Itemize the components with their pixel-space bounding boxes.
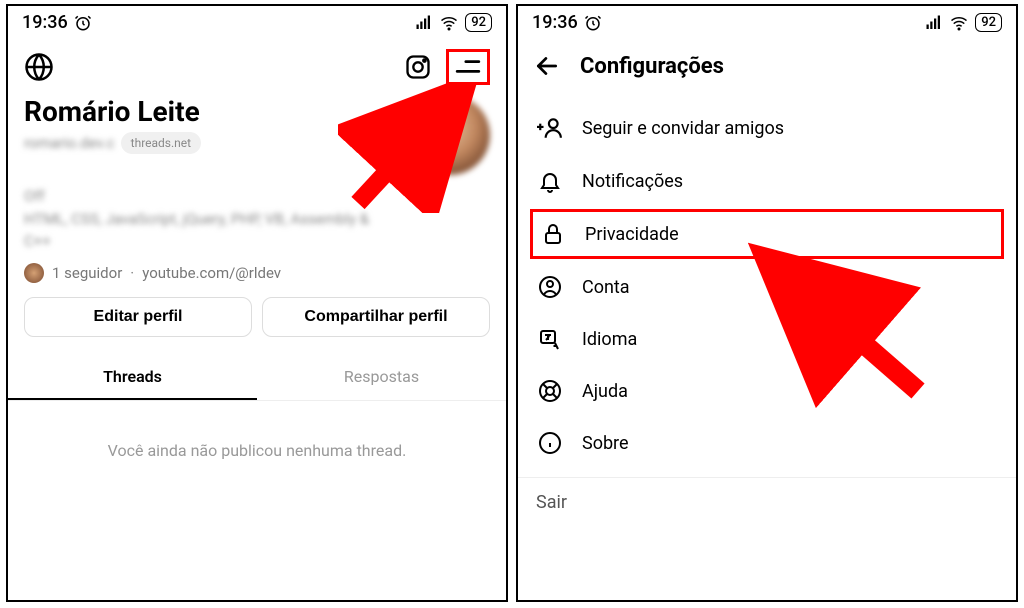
settings-item-label: Notificações	[582, 171, 683, 192]
follower-count: 1 seguidor	[52, 264, 122, 282]
signal-icon	[925, 14, 943, 32]
lock-icon	[539, 222, 567, 246]
settings-item-language[interactable]: Idioma	[518, 313, 1016, 365]
phone-left-profile: 19:36 92	[6, 4, 508, 602]
phone-right-settings: 19:36 92 Configurações Seguir e convidar	[516, 4, 1018, 602]
settings-item-label: Seguir e convidar amigos	[582, 118, 784, 139]
settings-item-label: Conta	[582, 277, 630, 298]
settings-item-follow[interactable]: Seguir e convidar amigos	[518, 101, 1016, 155]
settings-title: Configurações	[580, 54, 724, 79]
wifi-icon	[439, 14, 459, 32]
info-icon	[536, 431, 564, 455]
status-bar: 19:36 92	[518, 6, 1016, 39]
settings-item-label: Privacidade	[585, 224, 679, 245]
settings-item-help[interactable]: Ajuda	[518, 365, 1016, 417]
profile-tabs: Threads Respostas	[8, 355, 506, 401]
settings-item-notifications[interactable]: Notificações	[518, 155, 1016, 207]
lifebuoy-icon	[536, 379, 564, 403]
wifi-icon	[949, 14, 969, 32]
bio: Off HTML, CSS, JavaScript, jQuery, PHP, …	[24, 185, 490, 253]
username: romario.dev.c	[24, 134, 115, 152]
avatar[interactable]	[410, 95, 490, 175]
edit-profile-button[interactable]: Editar perfil	[24, 297, 252, 337]
instagram-icon[interactable]	[404, 53, 432, 81]
alarm-icon	[584, 14, 602, 32]
settings-item-label: Idioma	[582, 329, 637, 350]
back-arrow-icon[interactable]	[534, 53, 560, 79]
time-label: 19:36	[532, 12, 578, 33]
settings-item-label: Sobre	[582, 433, 629, 454]
signal-icon	[415, 14, 433, 32]
person-add-icon	[536, 115, 564, 141]
language-icon	[536, 327, 564, 351]
tab-threads[interactable]: Threads	[8, 355, 257, 400]
settings-item-label: Ajuda	[582, 381, 628, 402]
hamburger-menu-icon[interactable]	[446, 49, 490, 85]
status-bar: 19:36 92	[8, 6, 506, 39]
logout-button[interactable]: Sair	[518, 477, 1016, 527]
domain-badge: threads.net	[121, 132, 201, 154]
user-circle-icon	[536, 275, 564, 299]
follower-mini-avatar	[24, 263, 44, 283]
settings-item-privacy[interactable]: Privacidade	[530, 209, 1004, 259]
profile-topbar	[8, 39, 506, 95]
empty-state: Você ainda não publicou nenhuma thread.	[8, 401, 506, 500]
settings-header: Configurações	[518, 39, 1016, 93]
bell-icon	[536, 169, 564, 193]
share-profile-button[interactable]: Compartilhar perfil	[262, 297, 490, 337]
alarm-icon	[74, 14, 92, 32]
separator-dot: ·	[130, 264, 134, 282]
time-label: 19:36	[22, 12, 68, 33]
battery-label: 92	[975, 13, 1002, 32]
followers-row[interactable]: 1 seguidor · youtube.com/@rldev	[24, 263, 490, 283]
profile-link: youtube.com/@rldev	[142, 264, 281, 282]
settings-item-account[interactable]: Conta	[518, 261, 1016, 313]
settings-item-about[interactable]: Sobre	[518, 417, 1016, 469]
globe-icon[interactable]	[24, 52, 54, 82]
battery-label: 92	[465, 13, 492, 32]
tab-replies[interactable]: Respostas	[257, 355, 506, 400]
profile-name: Romário Leite	[24, 95, 201, 128]
